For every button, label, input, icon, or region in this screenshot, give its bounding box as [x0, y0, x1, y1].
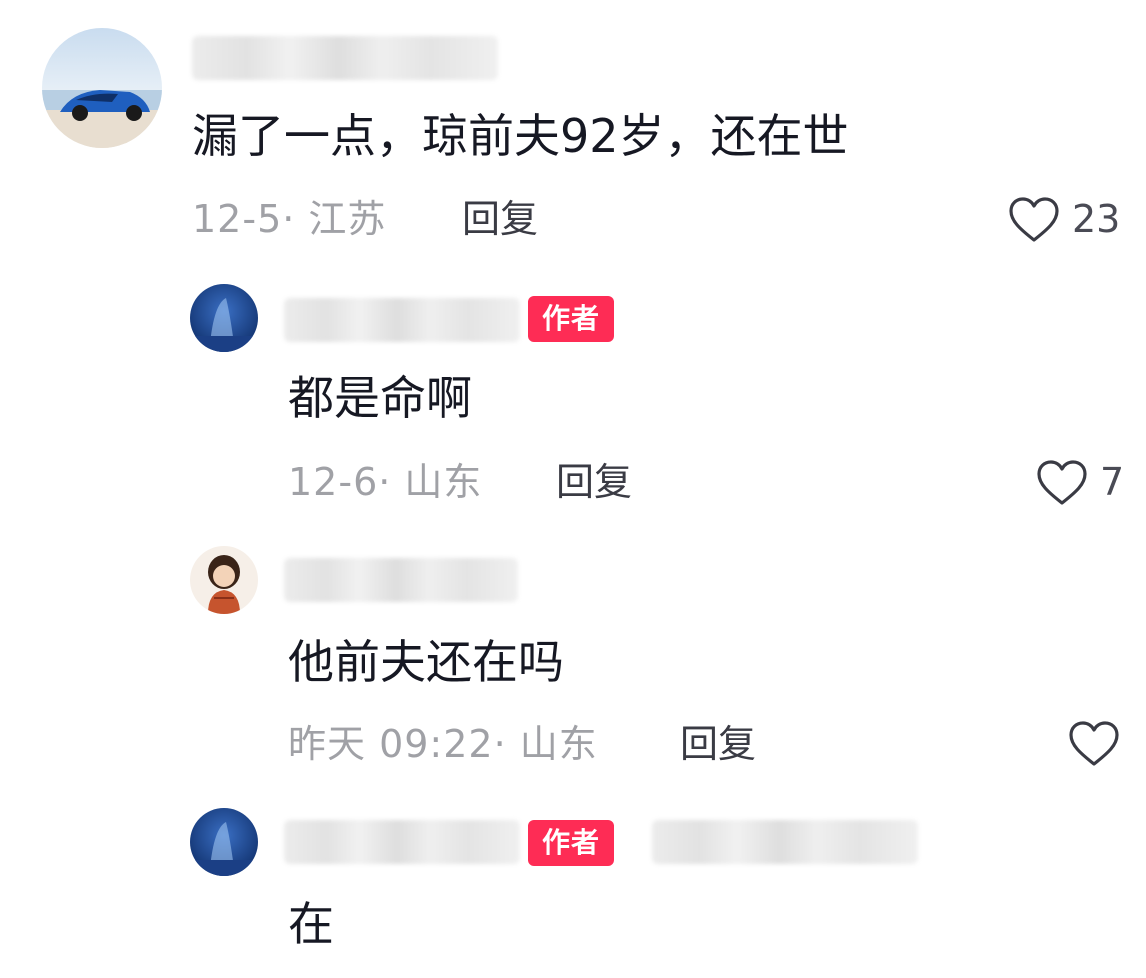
reply-button[interactable]: 回复	[556, 458, 632, 506]
reply-button[interactable]: 回复	[462, 195, 538, 243]
avatar[interactable]	[190, 808, 258, 876]
author-badge: 作者	[528, 296, 615, 342]
like-count: 7	[1100, 460, 1125, 504]
heart-outline-icon[interactable]	[1008, 196, 1060, 244]
username-blurred[interactable]	[192, 36, 498, 80]
comment-date-location: 12-5· 江苏	[192, 197, 387, 241]
reply-to-username-blurred[interactable]	[652, 820, 918, 864]
avatar[interactable]	[190, 546, 258, 614]
comment-text: 漏了一点，琼前夫92岁，还在世	[192, 109, 849, 163]
avatar[interactable]	[42, 28, 162, 148]
like-count: 23	[1072, 197, 1121, 241]
comment-text: 他前夫还在吗	[288, 635, 564, 689]
comment-date-location: 昨天 09:22· 山东	[288, 722, 598, 766]
comment-text: 都是命啊	[288, 371, 472, 425]
avatar[interactable]	[190, 284, 258, 352]
username-blurred[interactable]	[284, 298, 520, 342]
heart-outline-icon[interactable]	[1068, 720, 1120, 768]
reply-button[interactable]: 回复	[680, 720, 756, 768]
author-badge: 作者	[528, 820, 615, 866]
heart-outline-icon[interactable]	[1036, 459, 1088, 507]
comment-text: 在	[288, 897, 334, 951]
username-blurred[interactable]	[284, 820, 520, 864]
comment-date-location: 12-6· 山东	[288, 460, 483, 504]
username-blurred[interactable]	[284, 558, 518, 602]
